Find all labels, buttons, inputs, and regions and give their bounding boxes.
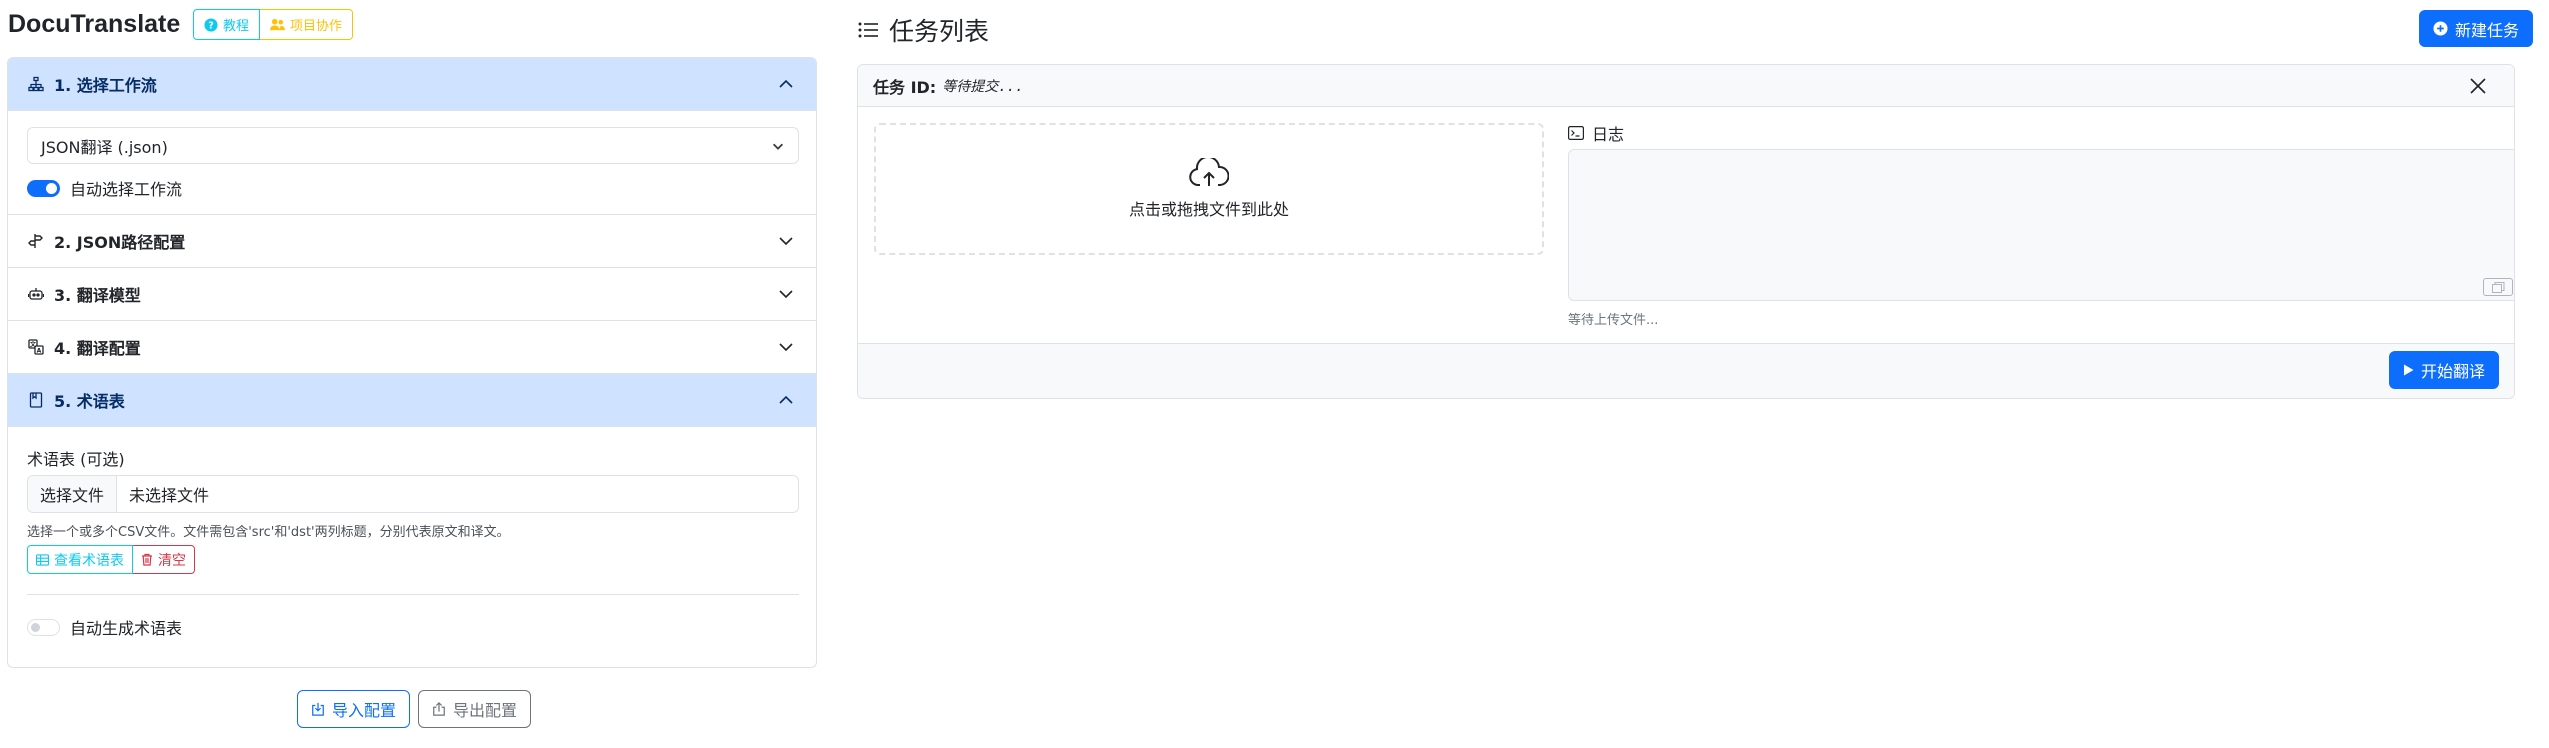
section-translate-config-title: 4. 翻译配置 <box>54 339 141 358</box>
translate-icon: 文A <box>28 339 45 356</box>
choose-file-button[interactable]: 选择文件 <box>28 476 118 512</box>
box-arrow-in-icon <box>312 702 324 716</box>
view-glossary-label: 查看术语表 <box>54 552 124 569</box>
import-config-label: 导入配置 <box>332 701 397 720</box>
play-icon <box>2403 364 2414 376</box>
workflow-select[interactable]: JSON翻译 (.json) <box>27 127 799 164</box>
new-task-button[interactable]: 新建任务 <box>2419 10 2533 47</box>
start-translation-label: 开始翻译 <box>2420 362 2485 381</box>
clear-glossary-button[interactable]: 清空 <box>133 545 195 574</box>
log-heading: 日志 <box>1568 121 1624 145</box>
terminal-icon <box>1568 126 1584 140</box>
glossary-button-group: 查看术语表 清空 <box>27 545 195 574</box>
log-label: 日志 <box>1592 125 1625 144</box>
drop-zone-text: 点击或拖拽文件到此处 <box>1128 200 1289 219</box>
section-workflow-body: JSON翻译 (.json) 自动选择工作流 <box>8 111 816 215</box>
auto-generate-glossary-row: 自动生成术语表 <box>27 615 182 639</box>
task-list-title: 任务列表 <box>889 17 990 46</box>
app-title: DocuTranslate <box>8 10 181 38</box>
import-config-button[interactable]: 导入配置 <box>297 690 411 728</box>
start-translation-button[interactable]: 开始翻译 <box>2389 351 2499 389</box>
robot-icon <box>28 286 45 303</box>
task-list-heading: 任务列表 <box>858 12 989 48</box>
tutorial-button[interactable]: ? 教程 <box>193 9 261 40</box>
auto-select-workflow-label: 自动选择工作流 <box>70 180 183 199</box>
workflow-select-value: JSON翻译 (.json) <box>41 137 168 157</box>
auto-select-workflow-row: 自动选择工作流 <box>27 176 182 200</box>
copy-log-button[interactable] <box>2483 278 2513 296</box>
clear-glossary-label: 清空 <box>158 552 186 569</box>
header-badge-group: ? 教程 项目协作 <box>193 9 354 40</box>
table-icon <box>36 553 49 566</box>
file-name-text: 未选择文件 <box>129 486 210 505</box>
task-card-header: 任务 ID: 等待提交... <box>858 65 2514 107</box>
config-accordion: 1. 选择工作流 JSON翻译 (.json) 自动选择工作流 2. JSON路… <box>7 57 817 668</box>
section-json-path-title: 2. JSON路径配置 <box>54 233 186 252</box>
chevron-down-icon <box>779 237 793 246</box>
box-arrow-up-icon <box>433 702 445 716</box>
chevron-up-icon <box>779 79 793 88</box>
section-translate-config-header[interactable]: 文A 4. 翻译配置 <box>8 321 816 374</box>
section-workflow-header[interactable]: 1. 选择工作流 <box>8 58 816 111</box>
task-id-label: 任务 ID: <box>873 77 937 97</box>
svg-text:?: ? <box>208 20 214 31</box>
auto-select-workflow-switch[interactable] <box>27 179 60 197</box>
svg-text:A: A <box>37 348 42 355</box>
chevron-down-icon <box>779 290 793 299</box>
section-model-title: 3. 翻译模型 <box>54 286 141 305</box>
close-icon[interactable] <box>2467 75 2489 97</box>
glossary-file-input[interactable]: 选择文件 未选择文件 <box>27 475 799 513</box>
clipboard-icon <box>2491 281 2504 293</box>
signpost-icon <box>28 233 45 250</box>
collab-label: 项目协作 <box>290 19 343 34</box>
sitemap-icon <box>28 76 45 93</box>
task-card: 任务 ID: 等待提交... 点击或拖拽文件到此处 日志 等待上传文件... 开… <box>857 64 2515 399</box>
glossary-help-text: 选择一个或多个CSV文件。文件需包含'src'和'dst'两列标题，分别代表原文… <box>27 525 510 540</box>
list-icon <box>858 22 878 38</box>
section-json-path-header[interactable]: 2. JSON路径配置 <box>8 215 816 268</box>
task-id-value: 等待提交... <box>942 78 1024 95</box>
config-button-group: 导入配置 导出配置 <box>297 690 532 728</box>
chevron-up-icon <box>779 395 793 404</box>
section-workflow-title: 1. 选择工作流 <box>54 76 157 95</box>
section-glossary-body: 术语表 (可选) 选择文件 未选择文件 选择一个或多个CSV文件。文件需包含's… <box>8 427 816 667</box>
task-card-footer: 开始翻译 <box>858 343 2514 398</box>
new-task-label: 新建任务 <box>2454 20 2519 40</box>
chevron-down-icon <box>779 343 793 352</box>
auto-generate-glossary-label: 自动生成术语表 <box>70 619 183 638</box>
auto-generate-glossary-switch[interactable] <box>27 618 60 636</box>
glossary-label: 术语表 (可选) <box>27 450 125 469</box>
log-output[interactable] <box>1568 149 2514 301</box>
book-icon <box>28 392 45 409</box>
section-glossary-title: 5. 术语表 <box>54 392 125 411</box>
view-glossary-button[interactable]: 查看术语表 <box>27 545 133 574</box>
cloud-upload-icon <box>1189 158 1229 186</box>
question-circle-icon: ? <box>204 17 218 32</box>
task-status-text: 等待上传文件... <box>1568 313 1659 328</box>
export-config-label: 导出配置 <box>453 701 518 720</box>
divider <box>27 594 799 595</box>
file-drop-zone[interactable]: 点击或拖拽文件到此处 <box>874 123 1544 255</box>
chevron-down-icon <box>773 143 783 150</box>
section-glossary-header[interactable]: 5. 术语表 <box>8 374 816 427</box>
plus-circle-icon <box>2433 21 2448 36</box>
collab-button[interactable]: 项目协作 <box>260 9 354 40</box>
tutorial-label: 教程 <box>223 19 250 34</box>
trash-icon <box>142 553 152 566</box>
export-config-button[interactable]: 导出配置 <box>418 690 532 728</box>
section-model-header[interactable]: 3. 翻译模型 <box>8 268 816 321</box>
people-icon <box>270 18 285 31</box>
